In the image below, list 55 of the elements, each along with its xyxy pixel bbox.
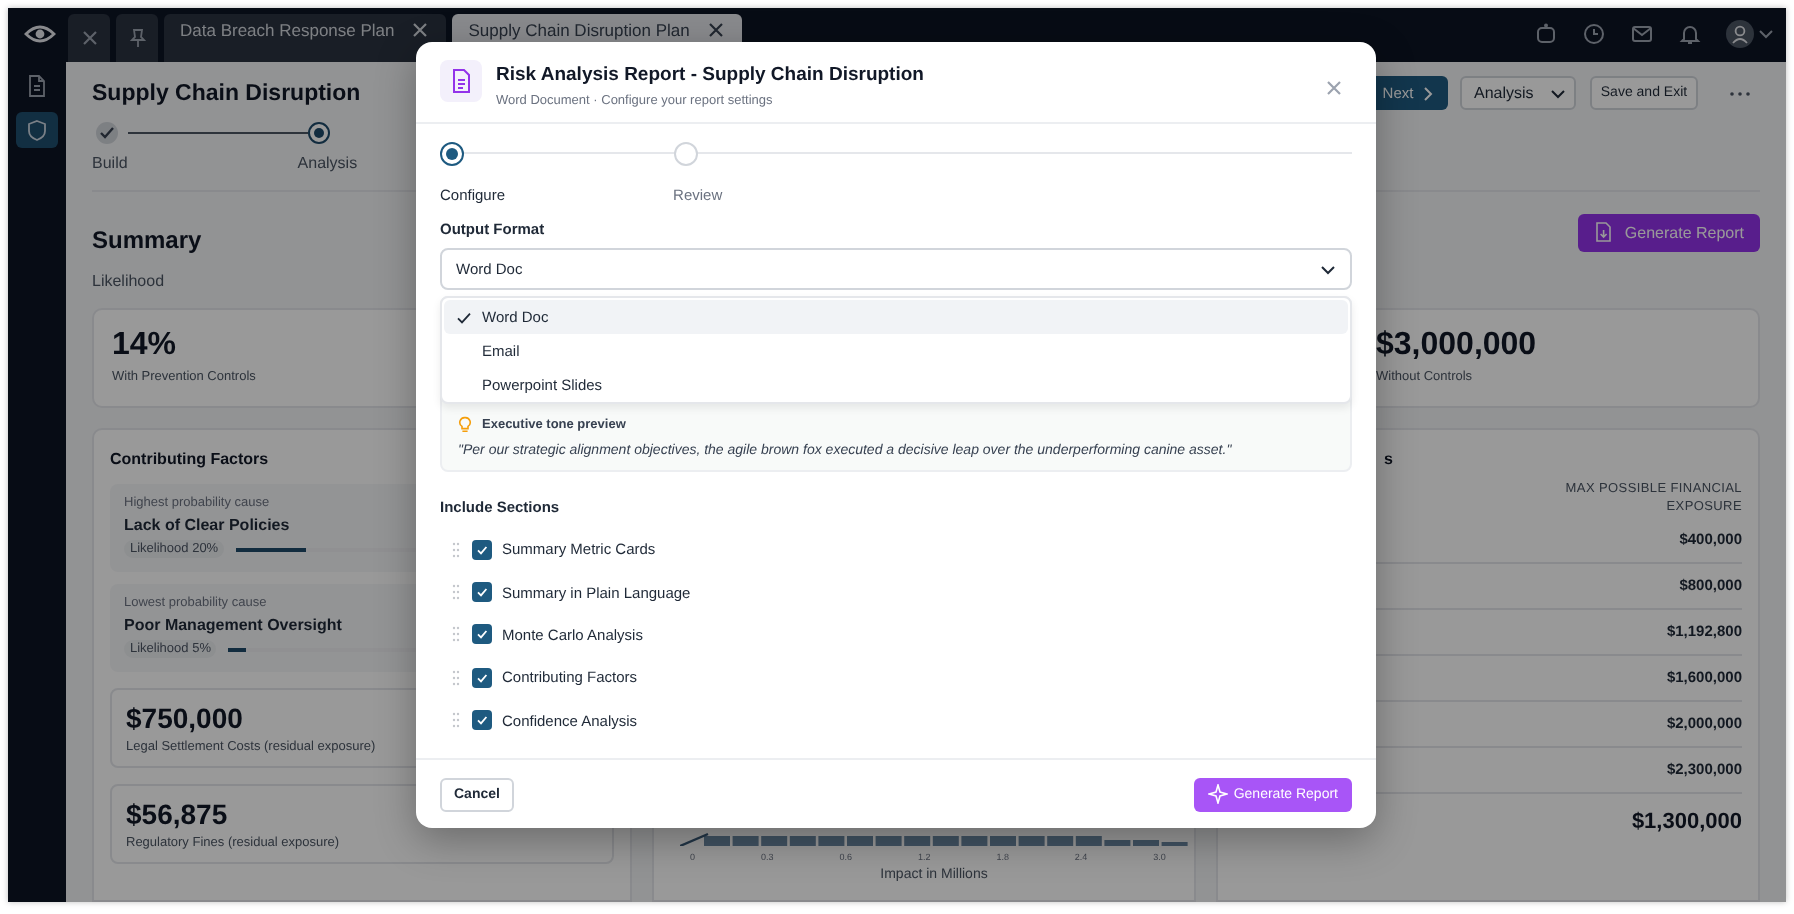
sparkle-icon [1207, 784, 1228, 804]
chevron-down-icon [1758, 26, 1774, 42]
pin-icon [127, 28, 147, 48]
sidebar-item[interactable] [16, 112, 58, 148]
check-icon [474, 669, 490, 686]
eye-logo-icon [24, 22, 56, 46]
mail-icon[interactable] [1630, 22, 1654, 46]
metric-value: 14% [112, 328, 177, 364]
cost-value: $56,875 [126, 798, 228, 830]
checkbox[interactable] [472, 710, 492, 731]
document-tab[interactable]: Data Breach Response Plan [164, 14, 447, 62]
chevron-down-icon [1549, 85, 1566, 101]
section-label: Likelihood [92, 272, 167, 290]
lightbulb-icon [458, 416, 472, 434]
check-icon [455, 309, 471, 325]
check-icon [474, 712, 490, 729]
document-icon [24, 74, 50, 98]
bell-icon[interactable] [1678, 22, 1702, 46]
clock-icon[interactable] [1582, 22, 1606, 46]
page-title: Supply Chain Disruption [92, 82, 361, 106]
close-icon[interactable] [705, 20, 726, 40]
card-title: Contributing Factors [110, 450, 269, 468]
checkbox[interactable] [472, 667, 492, 688]
total-value: $1,300,000 [1631, 809, 1742, 834]
card-title: s [1384, 450, 1393, 468]
cause-name: Lack of Clear Policies [124, 516, 290, 534]
pin-tab[interactable] [116, 14, 158, 62]
step-label: Analysis [297, 154, 358, 172]
close-icon [79, 28, 99, 48]
checkbox[interactable] [472, 539, 492, 560]
generate-report-button[interactable]: Generate Report [1578, 213, 1760, 251]
check-icon [474, 541, 490, 558]
chevron-right-icon [1421, 85, 1434, 101]
checkbox[interactable] [472, 582, 492, 603]
chevron-down-icon [1320, 261, 1336, 277]
shield-icon [24, 118, 50, 142]
cause-name: Poor Management Oversight [124, 616, 342, 634]
account-menu[interactable] [1726, 20, 1774, 48]
step-label: Build [92, 154, 128, 172]
dialog-title: Risk Analysis Report - Supply Chain Disruption [496, 64, 926, 86]
section-heading: Summary [92, 226, 202, 254]
step-indicator[interactable] [440, 142, 464, 166]
checkbox[interactable] [472, 624, 492, 645]
cost-value: $750,000 [126, 702, 243, 734]
document-icon [440, 60, 482, 102]
robot-icon[interactable] [1534, 22, 1558, 46]
close-icon[interactable] [1324, 78, 1344, 98]
check-icon [474, 584, 490, 601]
check-icon [474, 626, 490, 643]
metric-value: $3,000,000 [1376, 328, 1537, 364]
view-dropdown[interactable]: Analysis [1460, 76, 1576, 110]
more-icon[interactable] [1728, 89, 1752, 97]
close-tab[interactable] [68, 14, 110, 62]
file-icon [1594, 222, 1613, 242]
avatar-icon [1726, 20, 1754, 48]
